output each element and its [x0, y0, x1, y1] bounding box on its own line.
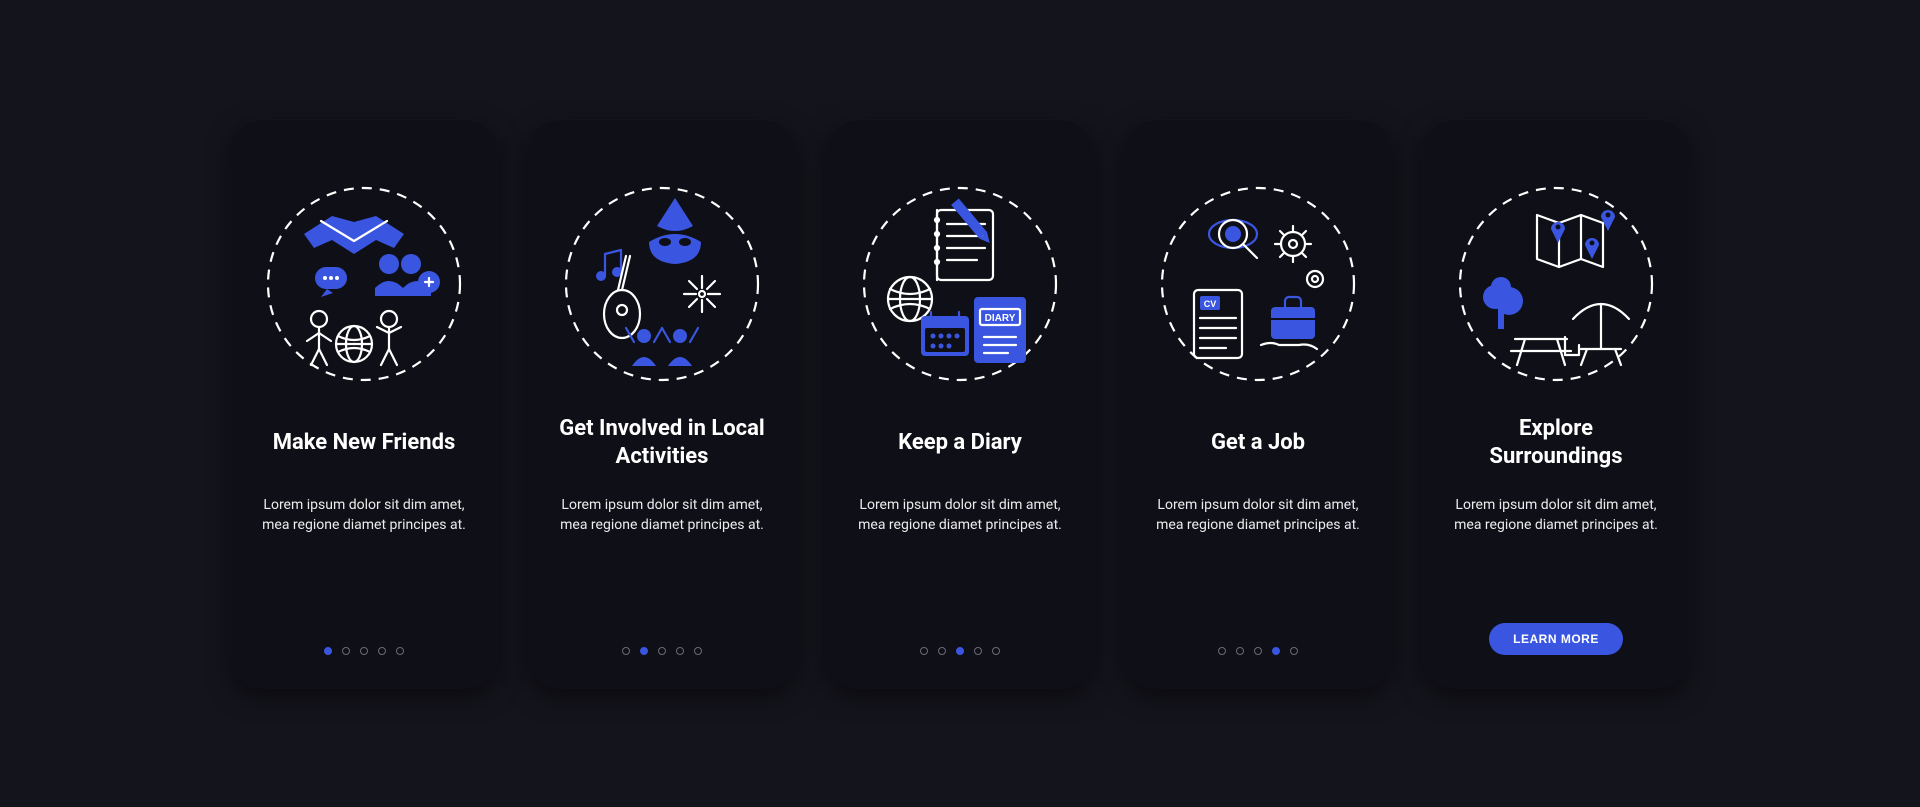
pagination-dots: [324, 647, 404, 655]
onboarding-card-job: CV Get a Job Lorem ipsum dolor sit dim a…: [1124, 119, 1392, 689]
card-title: Explore Surroundings: [1450, 415, 1662, 471]
pager-dot[interactable]: [324, 647, 332, 655]
card-description: Lorem ipsum dolor sit dim amet, mea regi…: [1152, 495, 1364, 647]
onboarding-card-explore: Explore Surroundings Lorem ipsum dolor s…: [1422, 119, 1690, 689]
svg-text:CV: CV: [1204, 299, 1217, 309]
pagination-dots: [920, 647, 1000, 655]
card-title: Get Involved in Local Activities: [556, 415, 768, 471]
pager-dot[interactable]: [1236, 647, 1244, 655]
onboarding-cards-row: Make New Friends Lorem ipsum dolor sit d…: [190, 79, 1730, 729]
pager-dot[interactable]: [360, 647, 368, 655]
pager-dot[interactable]: [920, 647, 928, 655]
explore-icon: [1451, 179, 1661, 389]
pager-dot[interactable]: [694, 647, 702, 655]
pager-dot[interactable]: [378, 647, 386, 655]
pagination-dots: [622, 647, 702, 655]
job-icon: CV: [1153, 179, 1363, 389]
card-description: Lorem ipsum dolor sit dim amet, mea regi…: [258, 495, 470, 647]
onboarding-card-diary: DIARY Keep a Diary Lorem ipsum dolor sit…: [826, 119, 1094, 689]
card-description: Lorem ipsum dolor sit dim amet, mea regi…: [1450, 495, 1662, 623]
onboarding-card-activities: Get Involved in Local Activities Lorem i…: [528, 119, 796, 689]
activities-icon: [557, 179, 767, 389]
card-description: Lorem ipsum dolor sit dim amet, mea regi…: [556, 495, 768, 647]
pager-dot[interactable]: [342, 647, 350, 655]
card-title: Get a Job: [1211, 415, 1305, 471]
pager-dot[interactable]: [396, 647, 404, 655]
pager-dot[interactable]: [992, 647, 1000, 655]
card-description: Lorem ipsum dolor sit dim amet, mea regi…: [854, 495, 1066, 647]
card-title: Make New Friends: [273, 415, 456, 471]
pagination-dots: [1218, 647, 1298, 655]
onboarding-card-friends: Make New Friends Lorem ipsum dolor sit d…: [230, 119, 498, 689]
diary-icon: DIARY: [855, 179, 1065, 389]
card-title: Keep a Diary: [898, 415, 1022, 471]
svg-text:DIARY: DIARY: [985, 313, 1016, 324]
pager-dot[interactable]: [1254, 647, 1262, 655]
learn-more-button[interactable]: LEARN MORE: [1489, 623, 1623, 655]
pager-dot[interactable]: [640, 647, 648, 655]
pager-dot[interactable]: [938, 647, 946, 655]
friends-icon: [259, 179, 469, 389]
pager-dot[interactable]: [622, 647, 630, 655]
pager-dot[interactable]: [974, 647, 982, 655]
pager-dot[interactable]: [1272, 647, 1280, 655]
pager-dot[interactable]: [1218, 647, 1226, 655]
pager-dot[interactable]: [658, 647, 666, 655]
pager-dot[interactable]: [676, 647, 684, 655]
pager-dot[interactable]: [1290, 647, 1298, 655]
pager-dot[interactable]: [956, 647, 964, 655]
